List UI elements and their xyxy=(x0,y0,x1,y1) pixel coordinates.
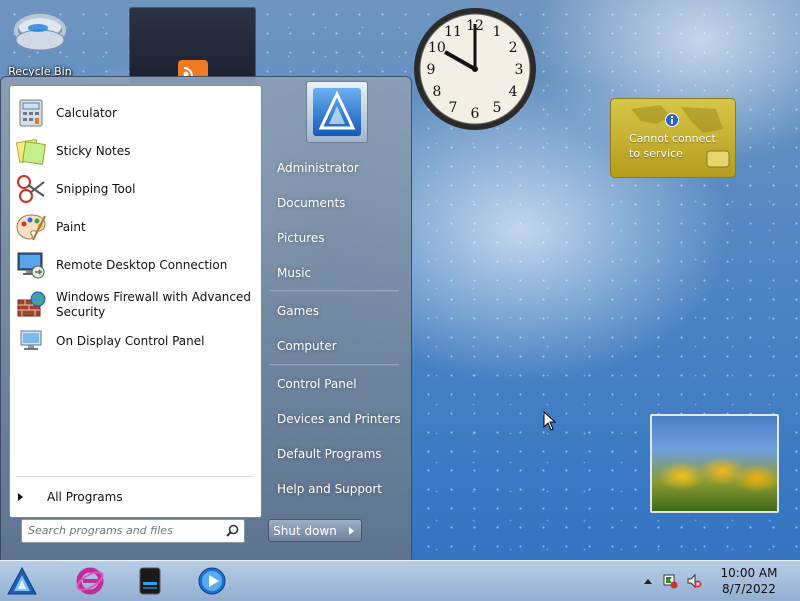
feed-headlines-gadget[interactable] xyxy=(129,7,256,84)
remote-desktop-icon xyxy=(14,248,48,282)
slideshow-gadget[interactable] xyxy=(650,414,779,513)
program-label: Paint xyxy=(56,219,86,234)
clock-time: 10:00 AM xyxy=(720,566,778,580)
show-hidden-icons-icon[interactable] xyxy=(644,578,652,584)
sticky-notes-icon xyxy=(14,134,48,168)
link-documents[interactable]: Documents xyxy=(277,196,345,210)
link-games[interactable]: Games xyxy=(277,304,319,318)
link-help-support[interactable]: Help and Support xyxy=(277,482,382,496)
paint-palette-icon xyxy=(14,210,48,244)
taskbar-explorer[interactable] xyxy=(132,563,168,599)
weather-error-message: Cannot connect to service xyxy=(629,131,716,161)
clock-hour-label: 1 xyxy=(493,24,502,40)
program-label: On Display Control Panel xyxy=(56,333,205,348)
clock-hour-label: 6 xyxy=(471,106,480,122)
program-label: Snipping Tool xyxy=(56,181,136,196)
clock-hour-label: 8 xyxy=(432,84,441,100)
system-tray xyxy=(644,561,702,601)
clock-date: 8/7/2022 xyxy=(722,582,776,596)
user-account-picture[interactable] xyxy=(306,81,368,143)
avatar-logo-icon xyxy=(318,90,356,130)
program-label: Remote Desktop Connection xyxy=(56,257,228,272)
program-calculator[interactable]: Calculator xyxy=(10,96,261,130)
volume-muted-icon[interactable] xyxy=(686,573,702,589)
user-avatar xyxy=(313,88,361,136)
internet-explorer-icon xyxy=(76,567,104,595)
right-separator xyxy=(269,364,399,366)
recycle-bin-icon xyxy=(14,13,66,51)
link-computer[interactable]: Computer xyxy=(277,339,337,353)
program-label: Windows Firewall with Advanced Security xyxy=(56,290,251,320)
link-pictures[interactable]: Pictures xyxy=(277,231,325,245)
recycle-bin-desktop-icon[interactable]: Recycle Bin xyxy=(4,6,76,78)
link-control-panel[interactable]: Control Panel xyxy=(277,377,357,391)
link-devices-printers[interactable]: Devices and Printers xyxy=(277,412,401,426)
clock-hour-label: 7 xyxy=(449,100,458,116)
program-windows-firewall[interactable]: Windows Firewall with Advanced Security xyxy=(10,286,261,324)
taskbar-internet-explorer[interactable] xyxy=(72,563,108,599)
program-on-display-control-panel[interactable]: On Display Control Panel xyxy=(10,324,261,358)
taskbar-clock[interactable]: 10:00 AM 8/7/2022 xyxy=(712,565,786,597)
link-default-programs[interactable]: Default Programs xyxy=(277,447,382,461)
all-programs-label: All Programs xyxy=(47,490,123,504)
all-programs-button[interactable]: All Programs xyxy=(18,490,123,504)
mouse-cursor-icon xyxy=(543,411,557,431)
clock-hour-label: 11 xyxy=(444,24,462,40)
explorer-icon xyxy=(139,567,161,595)
weather-gadget[interactable]: Cannot connect to service xyxy=(610,98,736,178)
calculator-icon xyxy=(14,96,48,130)
firewall-icon xyxy=(14,288,48,322)
info-icon xyxy=(665,113,679,127)
scissors-icon xyxy=(14,172,48,206)
program-label: Sticky Notes xyxy=(56,143,131,158)
weather-error-line1: Cannot connect xyxy=(629,132,716,145)
search-icon[interactable] xyxy=(226,524,239,537)
program-paint[interactable]: Paint xyxy=(10,210,261,244)
clock-hour-label: 3 xyxy=(515,62,524,78)
shutdown-button[interactable]: Shut down xyxy=(268,519,342,542)
clock-hour-label: 10 xyxy=(428,40,446,56)
program-sticky-notes[interactable]: Sticky Notes xyxy=(10,134,261,168)
shutdown-options-button[interactable] xyxy=(341,519,362,542)
display-panel-icon xyxy=(14,324,48,358)
start-menu: Calculator Sticky Notes Snipping Tool Pa… xyxy=(0,76,412,562)
program-label-line1: Windows Firewall with Advanced xyxy=(56,290,251,304)
clock-hour-label: 5 xyxy=(493,100,502,116)
clock-gadget[interactable]: 121234567891011 xyxy=(412,6,538,132)
program-remote-desktop[interactable]: Remote Desktop Connection xyxy=(10,248,261,282)
link-administrator[interactable]: Administrator xyxy=(277,161,359,175)
chevron-right-icon xyxy=(18,493,23,501)
program-snipping-tool[interactable]: Snipping Tool xyxy=(10,172,261,206)
clock-face: 121234567891011 xyxy=(414,8,536,130)
taskbar: 10:00 AM 8/7/2022 xyxy=(0,560,800,601)
programs-pane: Calculator Sticky Notes Snipping Tool Pa… xyxy=(9,85,262,518)
link-music[interactable]: Music xyxy=(277,266,311,280)
program-label-line2: Security xyxy=(56,305,106,319)
chevron-right-icon xyxy=(348,526,354,535)
clock-hour-label: 9 xyxy=(427,62,436,78)
media-player-icon xyxy=(198,567,226,595)
programs-separator xyxy=(16,476,254,477)
clock-hour-label: 2 xyxy=(509,40,518,56)
taskbar-media-player[interactable] xyxy=(194,563,230,599)
start-orb-icon xyxy=(7,566,37,595)
action-center-flag-icon[interactable] xyxy=(662,573,678,589)
start-button[interactable] xyxy=(4,563,40,599)
right-separator xyxy=(269,290,399,292)
clock-hour-label: 4 xyxy=(509,84,518,100)
search-input[interactable] xyxy=(28,522,218,538)
weather-error-line2: to service xyxy=(629,147,683,160)
shutdown-label: Shut down xyxy=(273,523,337,538)
program-label: Calculator xyxy=(56,105,117,120)
search-box[interactable] xyxy=(21,519,245,543)
